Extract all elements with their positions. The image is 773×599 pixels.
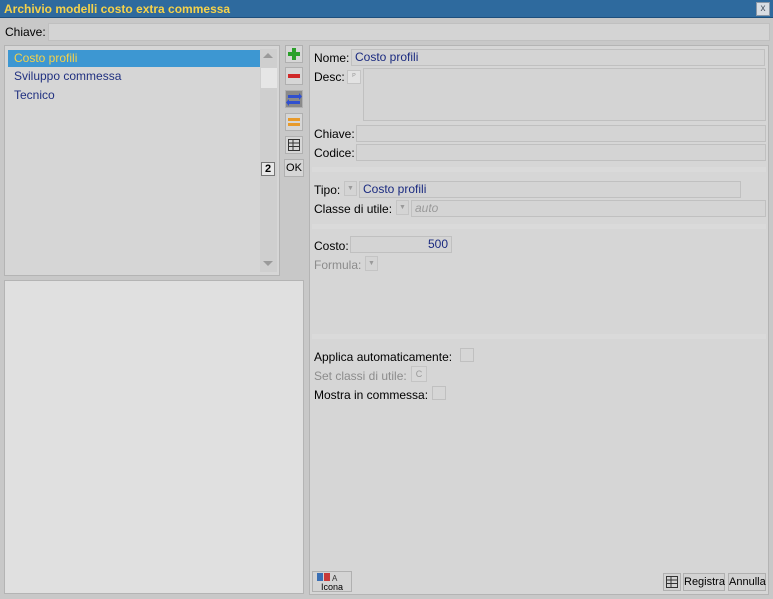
svg-text:A: A <box>332 574 338 582</box>
minus-icon <box>288 74 300 78</box>
setclassi-label: Set classi di utile: <box>314 369 407 383</box>
counter-badge: 2 <box>261 162 275 176</box>
table-view-button[interactable] <box>663 573 681 591</box>
applica-label: Applica automaticamente: <box>314 350 453 364</box>
list-item[interactable]: Costo profili <box>8 50 260 67</box>
classe-dropdown-icon[interactable]: ▼ <box>396 200 409 215</box>
window-title: Archivio modelli costo extra commessa <box>4 2 231 16</box>
equal-icon <box>288 118 300 126</box>
close-button[interactable]: x <box>756 2 770 16</box>
codice-field[interactable] <box>356 144 766 161</box>
costo-field[interactable]: 500 <box>350 236 452 253</box>
classe-field[interactable]: auto <box>411 200 766 217</box>
plus-icon <box>288 48 300 60</box>
costo-label: Costo: <box>314 239 349 253</box>
swap-button[interactable] <box>285 90 303 108</box>
grid-icon <box>666 576 678 588</box>
icona-button[interactable]: A Icona <box>312 571 352 592</box>
desc-textarea[interactable] <box>363 68 766 121</box>
registra-button[interactable]: Registra <box>683 573 725 591</box>
tipo-label: Tipo: <box>314 183 341 197</box>
divider <box>312 167 766 172</box>
tipo-dropdown-icon[interactable]: ▼ <box>344 181 357 196</box>
list-item[interactable]: Tecnico <box>8 87 260 104</box>
list-scrollbar[interactable] <box>260 49 277 272</box>
annulla-button[interactable]: Annulla <box>728 573 766 591</box>
nome-label: Nome: <box>314 51 350 65</box>
codice-label: Codice: <box>314 146 355 160</box>
list-item[interactable]: Sviluppo commessa <box>8 68 260 85</box>
title-bar: Archivio modelli costo extra commessa x <box>0 0 773 18</box>
preview-panel <box>4 280 304 594</box>
grid-icon <box>288 139 300 151</box>
formula-label: Formula: <box>314 258 362 272</box>
mostra-checkbox[interactable] <box>432 386 446 400</box>
divider <box>312 224 766 229</box>
scroll-thumb[interactable] <box>261 68 277 88</box>
icona-label: Icona <box>321 582 344 592</box>
close-icon: x <box>760 3 766 14</box>
icon-picker-icon: A <box>317 573 338 582</box>
setclassi-button[interactable]: C <box>411 366 427 382</box>
search-input[interactable] <box>48 23 770 41</box>
desc-label: Desc: <box>314 70 345 84</box>
chiave-label: Chiave: <box>314 127 355 141</box>
add-button[interactable] <box>285 45 303 63</box>
mostra-label: Mostra in commessa: <box>314 388 429 402</box>
scroll-down-icon[interactable] <box>263 261 273 266</box>
classe-label: Classe di utile: <box>314 202 393 216</box>
formula-dropdown-icon[interactable]: ▼ <box>365 256 378 271</box>
ok-button[interactable]: OK <box>284 159 304 177</box>
applica-checkbox[interactable] <box>460 348 474 362</box>
grid-button[interactable] <box>285 136 303 154</box>
scroll-up-icon[interactable] <box>263 53 273 58</box>
tipo-field[interactable]: Costo profili <box>359 181 741 198</box>
divider <box>312 334 766 339</box>
chiave-field[interactable] <box>356 125 766 142</box>
desc-flag-icon[interactable]: ᴾ <box>347 70 361 84</box>
nome-field[interactable]: Costo profili <box>351 49 765 66</box>
equal-button[interactable] <box>285 113 303 131</box>
search-label: Chiave: <box>5 25 46 39</box>
remove-button[interactable] <box>285 67 303 85</box>
swap-icon <box>286 93 302 106</box>
